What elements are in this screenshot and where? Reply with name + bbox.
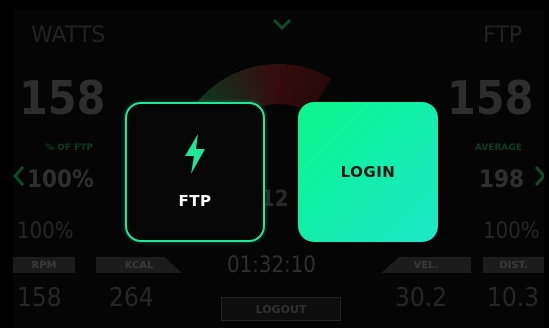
login-button-label: LOGIN: [340, 163, 396, 181]
kcal-label: KCAL: [96, 257, 182, 273]
dist-value: 10.3: [487, 283, 540, 313]
right-sub-label: AVERAGE: [475, 143, 522, 153]
rpm-label: RPM: [13, 257, 75, 273]
left-percent-secondary: 100%: [17, 219, 74, 244]
ftp-button-label: FTP: [178, 192, 212, 210]
workout-screen: WATTS FTP 158 158 12 % OF FTP 100% AVERA…: [13, 9, 544, 328]
login-button[interactable]: LOGIN: [298, 102, 438, 242]
rpm-value: 158: [17, 283, 62, 313]
vel-value: 30.2: [395, 283, 448, 313]
right-power-value: 158: [447, 71, 534, 125]
left-sub-label: % OF FTP: [45, 143, 93, 153]
vel-label: VEL.: [381, 257, 471, 273]
gauge-center-value: 12: [261, 187, 289, 212]
dist-label: DIST.: [483, 257, 544, 273]
lightning-bolt-icon: [185, 134, 205, 174]
watts-title: WATTS: [31, 23, 106, 48]
left-percent: 100%: [27, 165, 94, 193]
ftp-button[interactable]: FTP: [125, 102, 265, 242]
left-power-value: 158: [19, 71, 106, 125]
chevron-down-icon[interactable]: [271, 17, 293, 31]
chevron-left-icon[interactable]: [13, 165, 25, 187]
kcal-value: 264: [109, 283, 154, 313]
workout-timer: 01:32:10: [227, 253, 316, 278]
dimmed-dashboard: WATTS FTP 158 158 12 % OF FTP 100% AVERA…: [13, 9, 544, 328]
logout-button[interactable]: LOGOUT: [221, 297, 341, 321]
right-value: 198: [479, 165, 525, 193]
chevron-right-icon[interactable]: [534, 165, 544, 187]
right-percent-secondary: 100%: [483, 219, 540, 244]
ftp-title: FTP: [483, 23, 522, 48]
